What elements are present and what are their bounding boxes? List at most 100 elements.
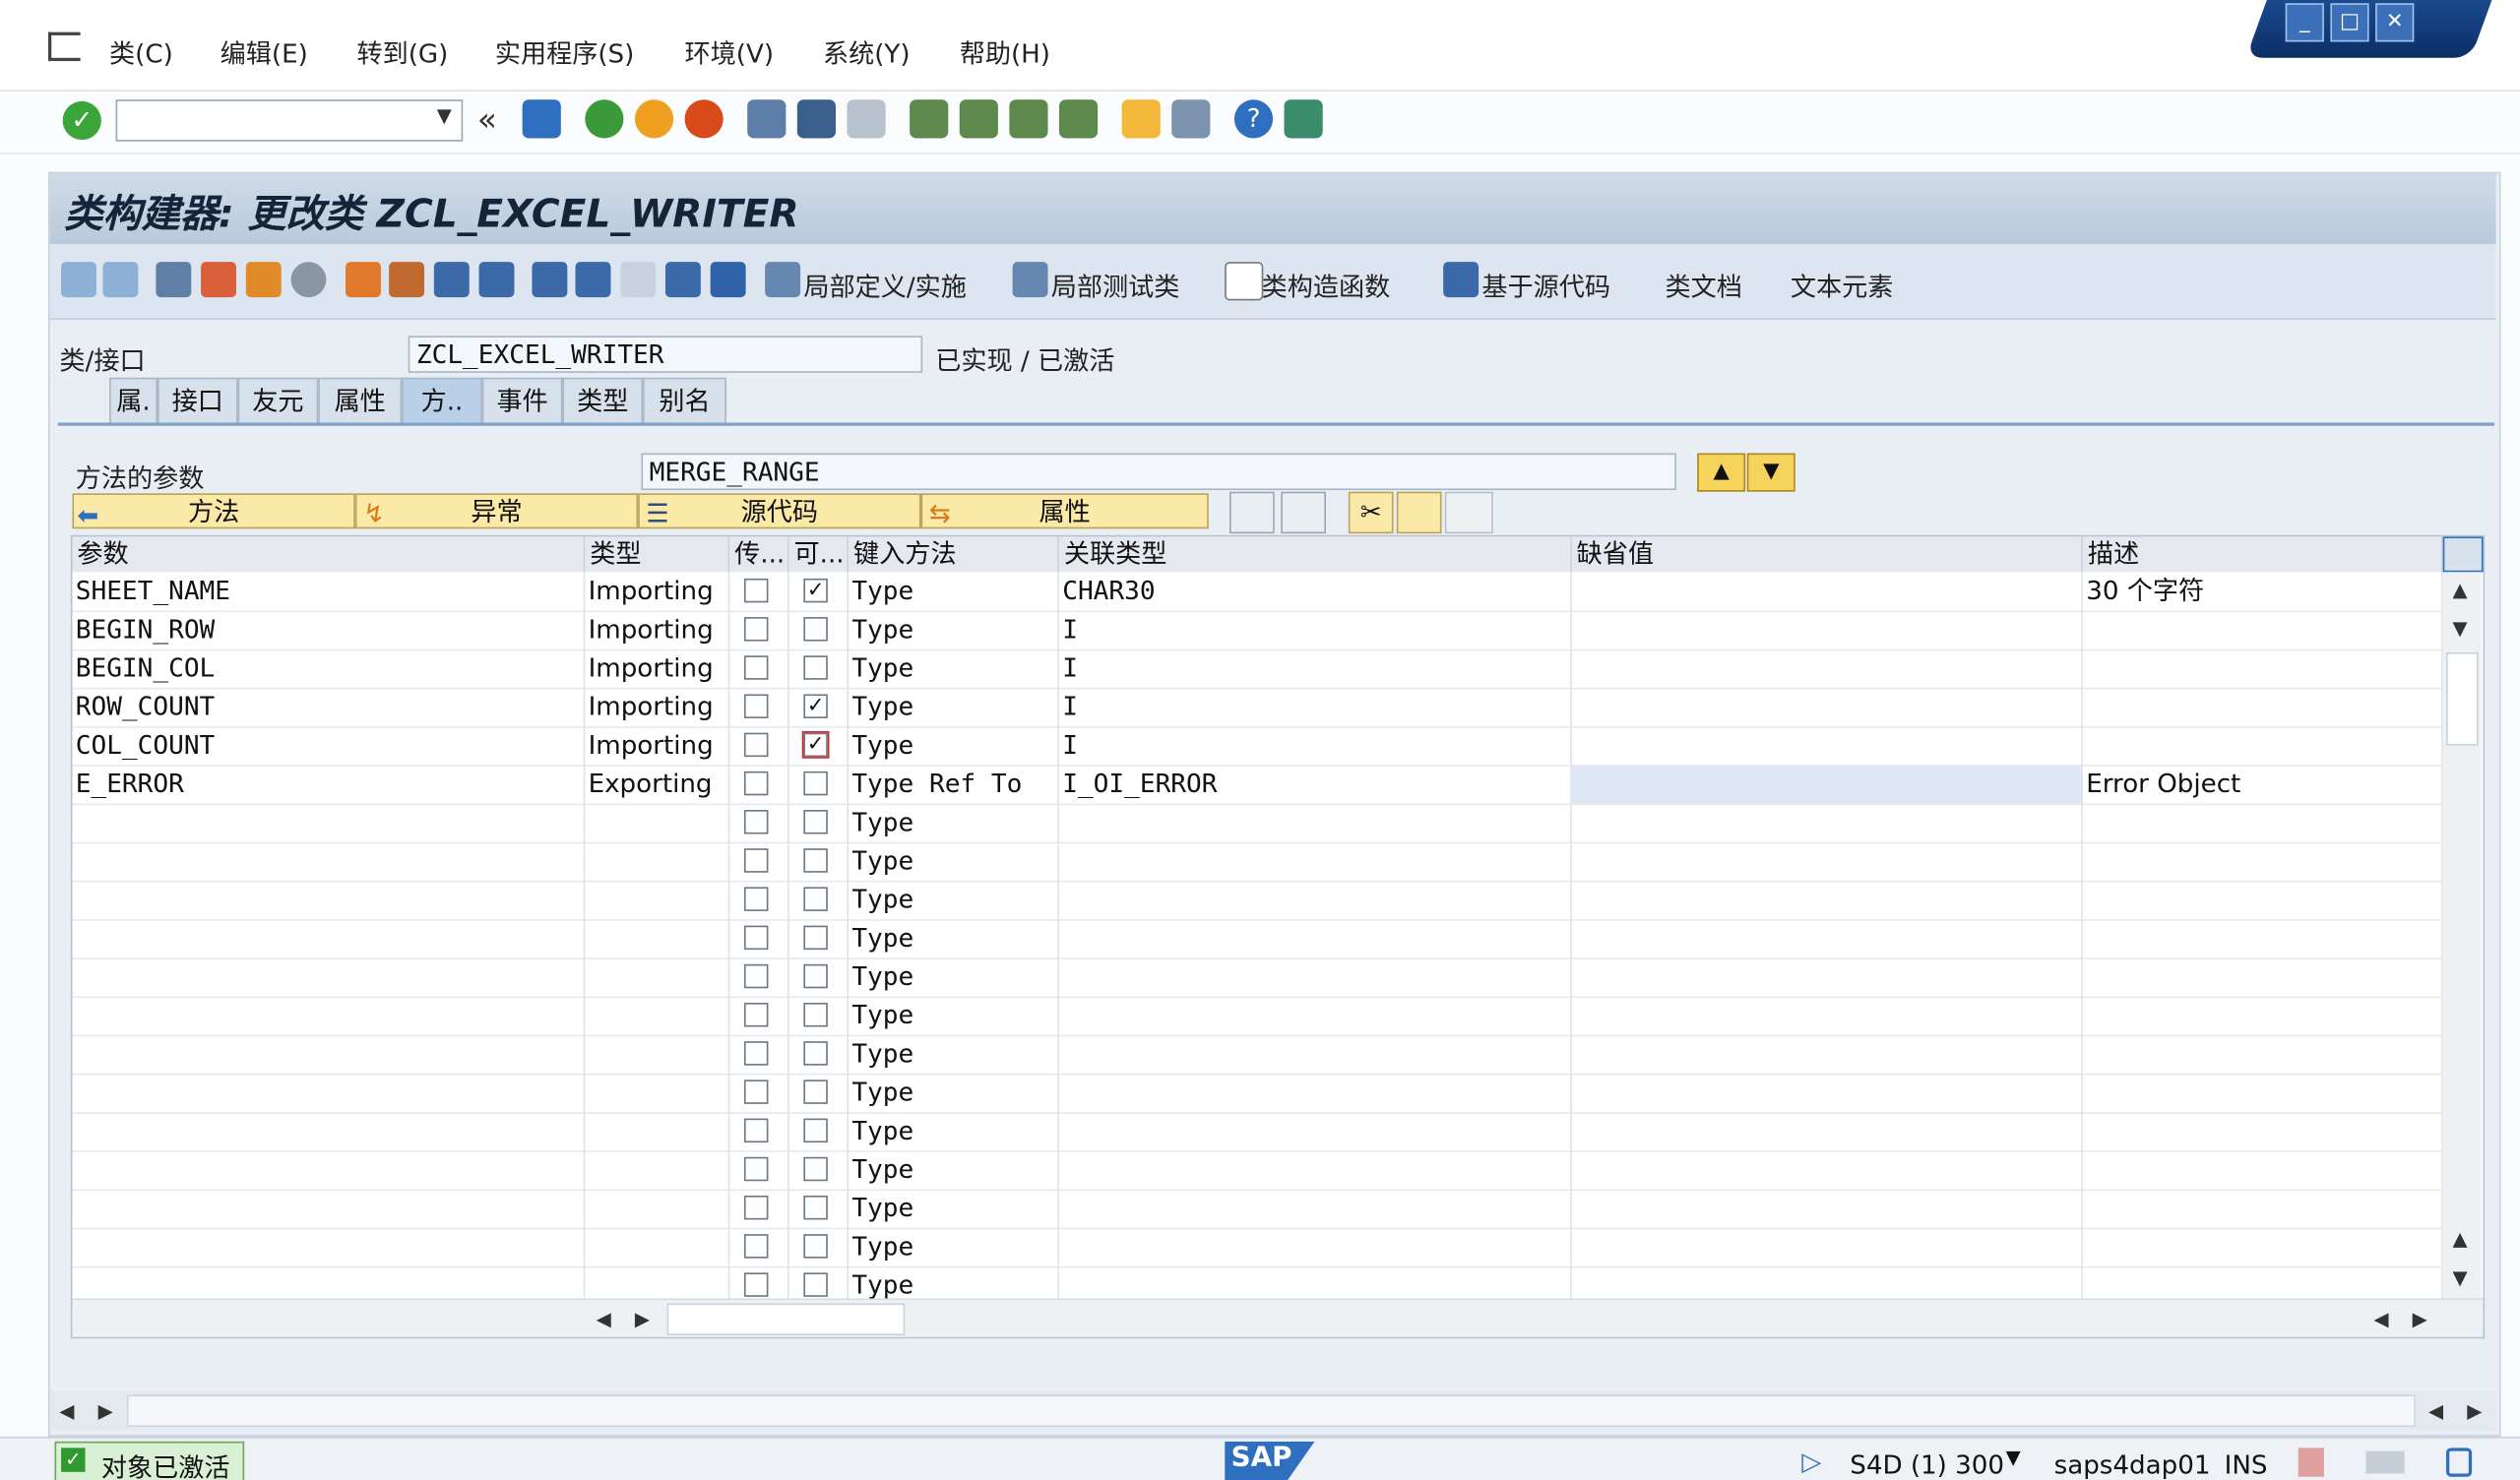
find-icon[interactable] xyxy=(796,99,837,139)
tab-friends[interactable]: 友元 xyxy=(237,377,319,423)
typing-method-cell[interactable]: Type xyxy=(849,572,1059,611)
pass-by-value-checkbox[interactable] xyxy=(743,1195,769,1220)
col-header-typing-method[interactable]: 键入方法 xyxy=(849,536,1059,573)
pass-by-value-checkbox[interactable] xyxy=(743,1041,769,1066)
associated-type-cell[interactable] xyxy=(1059,803,1572,842)
pass-by-value-checkbox[interactable] xyxy=(743,771,769,796)
param-type-cell[interactable]: Importing xyxy=(585,610,730,649)
param-type-cell[interactable] xyxy=(585,880,730,920)
default-value-cell[interactable] xyxy=(1572,687,2083,727)
pass-by-value-checkbox[interactable] xyxy=(743,578,769,603)
maximize-button[interactable]: □ xyxy=(2330,3,2369,42)
table-vertical-scrollbar[interactable]: ▲ ▼ ▲ ▼ xyxy=(2442,572,2482,1299)
param-type-cell[interactable] xyxy=(585,1073,730,1113)
param-name-cell[interactable] xyxy=(72,1150,586,1190)
optional-checkbox[interactable] xyxy=(803,963,828,989)
description-cell[interactable] xyxy=(2083,687,2443,727)
previous-method-button[interactable]: ▲ xyxy=(1697,453,1746,492)
optional-checkbox[interactable] xyxy=(803,1272,828,1297)
local-test-classes-button[interactable]: 局部测试类 xyxy=(1051,265,1180,303)
new-session-icon[interactable] xyxy=(1121,99,1161,139)
paste-icon[interactable] xyxy=(1444,491,1493,534)
screen-scroll-left-end-icon[interactable]: ◀ xyxy=(2428,1399,2443,1422)
default-value-cell[interactable] xyxy=(1572,996,2083,1035)
param-name-cell[interactable] xyxy=(72,957,586,997)
optional-checkbox[interactable] xyxy=(803,655,828,680)
param-name-cell[interactable]: ROW_COUNT xyxy=(72,687,586,727)
param-name-cell[interactable] xyxy=(72,841,586,881)
param-type-cell[interactable]: Exporting xyxy=(585,765,730,804)
description-cell[interactable] xyxy=(2083,1150,2443,1190)
typing-method-cell[interactable]: Type xyxy=(849,841,1059,881)
optional-checkbox[interactable] xyxy=(803,848,828,873)
info-icon[interactable] xyxy=(710,262,746,298)
param-name-cell[interactable]: SHEET_NAME xyxy=(72,572,586,611)
param-name-cell[interactable] xyxy=(72,880,586,920)
typing-method-cell[interactable]: Type Ref To xyxy=(849,765,1059,804)
param-type-cell[interactable]: Importing xyxy=(585,687,730,727)
text-elements-button[interactable]: 文本元素 xyxy=(1791,265,1894,303)
collapse-icon[interactable]: « xyxy=(477,99,497,138)
pass-by-value-checkbox[interactable] xyxy=(743,617,769,642)
local-test-classes-icon[interactable] xyxy=(1012,262,1048,298)
associated-type-cell[interactable] xyxy=(1059,1034,1572,1074)
class-constructor-icon[interactable] xyxy=(1225,262,1264,301)
default-value-cell[interactable] xyxy=(1572,572,2083,611)
description-cell[interactable] xyxy=(2083,957,2443,997)
default-value-cell[interactable] xyxy=(1572,610,2083,649)
optional-checkbox[interactable] xyxy=(803,1002,828,1027)
param-name-cell[interactable]: BEGIN_COL xyxy=(72,648,586,688)
typing-method-cell[interactable]: Type xyxy=(849,803,1059,842)
typing-method-cell[interactable]: Type xyxy=(849,687,1059,727)
param-name-cell[interactable] xyxy=(72,1073,586,1113)
optional-checkbox[interactable] xyxy=(803,810,828,834)
screen-scroll-right-icon[interactable]: ▶ xyxy=(98,1399,113,1422)
command-field[interactable]: ▼ xyxy=(115,99,464,142)
scroll-page-up-icon[interactable]: ▲ xyxy=(2453,1228,2468,1251)
tab-properties[interactable]: 属. xyxy=(109,377,158,423)
exceptions-subtab[interactable]: ↯ 异常 xyxy=(354,493,639,529)
param-name-cell[interactable] xyxy=(72,1034,586,1074)
cut-icon[interactable]: ✂ xyxy=(1348,491,1394,534)
param-type-cell[interactable] xyxy=(585,803,730,842)
enter-icon[interactable]: ✓ xyxy=(62,100,101,141)
filter-icon[interactable] xyxy=(664,262,701,298)
screen-scroll-track[interactable] xyxy=(126,1394,2416,1428)
tab-attributes[interactable]: 属性 xyxy=(318,377,403,423)
optional-checkbox[interactable] xyxy=(803,1156,828,1182)
associated-type-cell[interactable]: CHAR30 xyxy=(1059,572,1572,611)
scroll-left-end-icon[interactable]: ◀ xyxy=(2373,1308,2388,1330)
tab-events[interactable]: 事件 xyxy=(481,377,563,423)
methods-subtab[interactable]: ⬅ 方法 xyxy=(72,493,355,530)
default-value-cell[interactable] xyxy=(1571,765,2083,804)
class-constructor-button[interactable]: 类构造函数 xyxy=(1262,265,1391,303)
typing-method-cell[interactable]: Type xyxy=(849,1112,1059,1151)
col-header-pass-value[interactable]: 传... xyxy=(729,536,789,573)
associated-type-cell[interactable] xyxy=(1059,1189,1572,1228)
param-name-cell[interactable] xyxy=(72,1189,586,1228)
associated-type-cell[interactable]: I xyxy=(1059,648,1572,688)
pass-by-value-checkbox[interactable] xyxy=(743,694,769,718)
default-value-cell[interactable] xyxy=(1572,648,2083,688)
associated-type-cell[interactable] xyxy=(1059,1227,1572,1266)
layout-settings-icon[interactable] xyxy=(2442,536,2484,573)
default-value-cell[interactable] xyxy=(1572,1034,2083,1074)
col-header-default-value[interactable]: 缺省值 xyxy=(1571,536,2083,573)
scroll-right-end-icon[interactable]: ▶ xyxy=(2413,1308,2427,1330)
description-cell[interactable] xyxy=(2083,1034,2443,1074)
minimize-button[interactable]: _ xyxy=(2285,3,2324,42)
activate-icon[interactable] xyxy=(290,262,327,298)
description-cell[interactable]: 30 个字符 xyxy=(2083,572,2443,611)
display-change-icon[interactable] xyxy=(156,262,192,298)
description-cell[interactable] xyxy=(2083,803,2443,842)
default-value-cell[interactable] xyxy=(1572,1073,2083,1113)
cancel-icon[interactable] xyxy=(684,99,724,139)
source-code-subtab[interactable]: ☰ 源代码 xyxy=(638,493,921,529)
menu-goto[interactable]: 转到(G) xyxy=(356,32,448,71)
status-expand-icon[interactable]: ▷ xyxy=(1801,1447,1821,1477)
typing-method-cell[interactable]: Type xyxy=(849,1150,1059,1190)
param-name-cell[interactable]: E_ERROR xyxy=(72,765,586,804)
param-type-cell[interactable] xyxy=(585,841,730,881)
menu-class[interactable]: 类(C) xyxy=(109,32,173,71)
pass-by-value-checkbox[interactable] xyxy=(743,1272,769,1297)
